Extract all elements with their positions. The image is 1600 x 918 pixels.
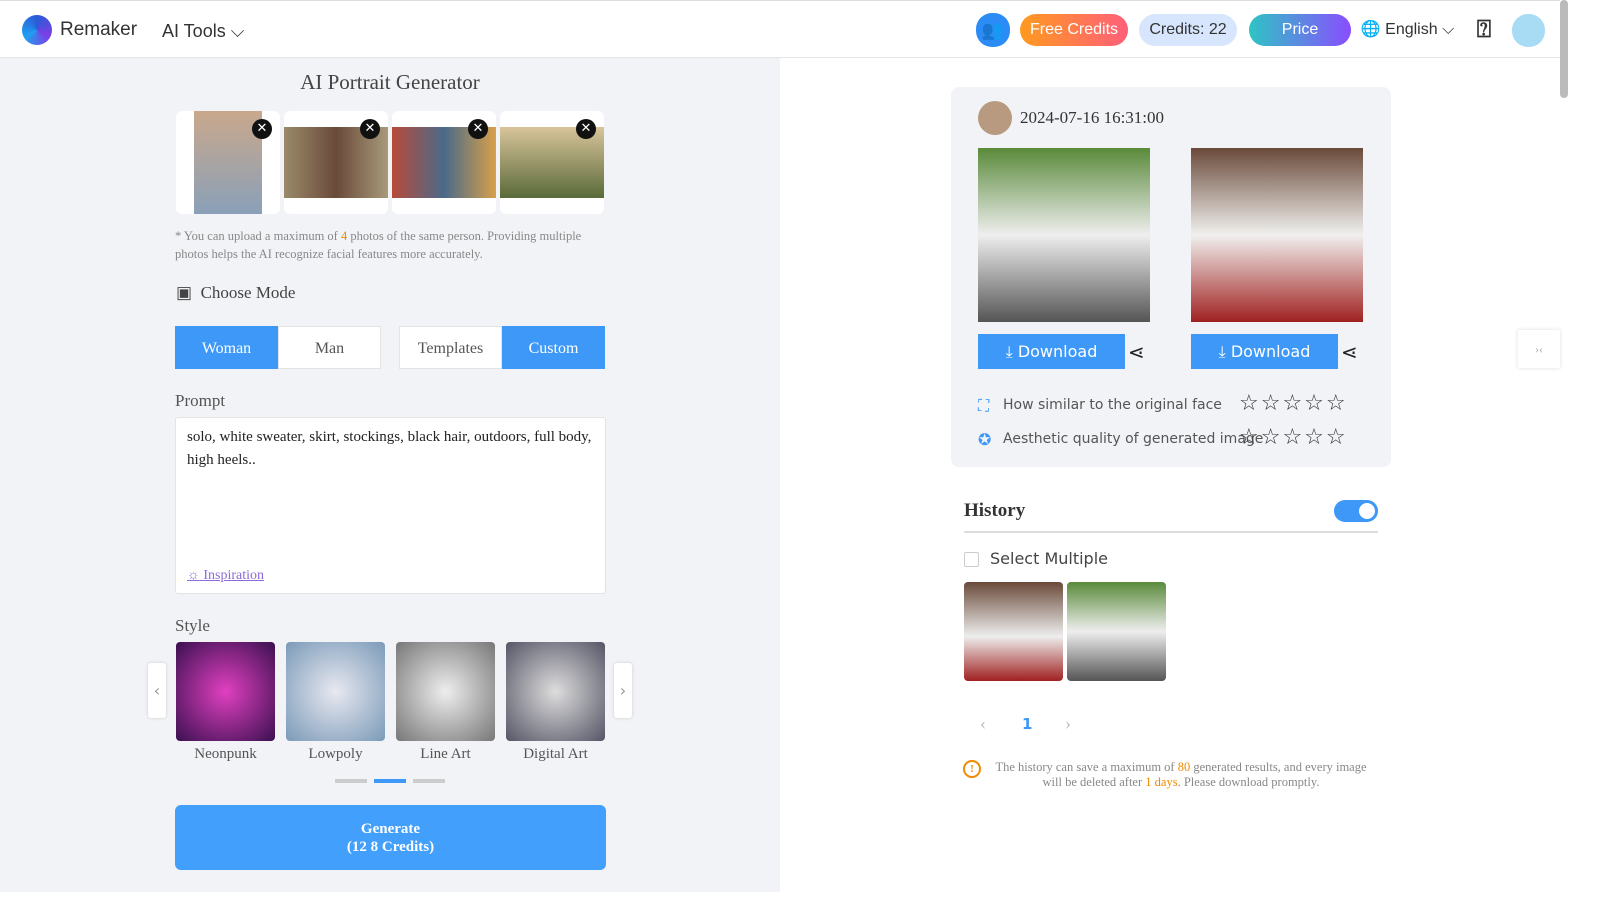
uploaded-photo: ✕ — [176, 111, 280, 214]
chevron-down-icon: ⌵ — [230, 21, 245, 41]
history-toggle[interactable] — [1334, 500, 1378, 522]
globe-icon: 🌐 — [1360, 21, 1381, 38]
generator-panel: AI Portrait Generator ✕ ✕ ✕ ✕ * You can … — [0, 58, 780, 892]
page-title: AI Portrait Generator — [300, 70, 480, 94]
choose-mode-heading: ▣ Choose Mode — [176, 283, 296, 302]
select-multiple-checkbox[interactable] — [964, 552, 979, 567]
lightbulb-icon: ☼ — [187, 568, 200, 583]
credits-badge: Credits: 22 — [1139, 14, 1237, 46]
style-name: Line Art — [420, 746, 471, 762]
result-image[interactable] — [1191, 148, 1363, 322]
close-icon[interactable]: ✕ — [252, 119, 272, 139]
generate-button[interactable]: Generate (12 8 Credits) — [175, 805, 606, 870]
brand-name[interactable]: Remaker — [60, 19, 137, 41]
source-avatar — [978, 101, 1012, 135]
download-icon: ⤓ — [1218, 342, 1226, 361]
uploaded-photo: ✕ — [284, 111, 388, 214]
share-icon[interactable]: ⋖ — [1128, 340, 1145, 364]
page-dot[interactable] — [335, 779, 367, 783]
style-lowpoly[interactable] — [286, 642, 385, 741]
upload-note: * You can upload a maximum of 4 photos o… — [175, 229, 582, 261]
aesthetic-stars[interactable]: ☆☆☆☆☆ — [1239, 425, 1348, 450]
ai-tools-menu[interactable]: AI Tools ⌵ — [162, 21, 244, 42]
generate-label: Generate — [360, 821, 421, 837]
style-line-art[interactable] — [396, 642, 495, 741]
result-image[interactable] — [978, 148, 1150, 322]
community-icon[interactable]: 👥 — [976, 13, 1010, 47]
select-multiple-label: Select Multiple — [990, 549, 1108, 568]
language-select[interactable]: 🌐 English ⌵ — [1360, 14, 1455, 46]
download-button[interactable]: ⤓ Download — [978, 334, 1125, 369]
result-timestamp: 2024-07-16 16:31:00 — [1020, 108, 1165, 127]
robot-icon: ▣ — [176, 283, 193, 302]
history-thumb[interactable] — [1067, 582, 1166, 681]
close-icon[interactable]: ✕ — [468, 119, 488, 139]
side-widget-icon[interactable]: ›‹ — [1518, 330, 1560, 368]
result-card: 2024-07-16 16:31:00 ⤓ Download ⋖ ⤓ Downl… — [951, 87, 1391, 467]
download-icon: ⤓ — [1005, 342, 1013, 361]
style-digital-art[interactable] — [506, 642, 605, 741]
close-icon[interactable]: ✕ — [576, 119, 596, 139]
top-bar: Remaker AI Tools ⌵ 👥 Free Credits Credit… — [0, 0, 1560, 58]
remaker-logo[interactable] — [22, 15, 52, 45]
face-scan-icon: ⛶ — [978, 396, 990, 415]
share-icon[interactable]: ⋖ — [1341, 340, 1358, 364]
uploaded-photo: ✕ — [500, 111, 604, 214]
similarity-stars[interactable]: ☆☆☆☆☆ — [1239, 391, 1348, 416]
chevron-right-icon[interactable]: › — [1065, 713, 1071, 734]
avatar[interactable] — [1512, 14, 1545, 47]
ai-tools-label: AI Tools — [162, 21, 226, 41]
style-name: Lowpoly — [308, 746, 363, 762]
generate-credits: (12 8 Credits) — [346, 839, 435, 855]
feedback-icon[interactable]: ⍰ — [1467, 14, 1501, 46]
style-name: Neonpunk — [194, 746, 257, 762]
aesthetic-label: Aesthetic quality of generated image — [1003, 431, 1264, 447]
uploaded-photo: ✕ — [392, 111, 496, 214]
style-neonpunk[interactable] — [176, 642, 275, 741]
star-badge-icon: ✪ — [978, 430, 992, 449]
mode-man[interactable]: Man — [278, 326, 381, 369]
chevron-right-icon[interactable]: › — [614, 663, 632, 718]
style-name: Digital Art — [523, 746, 588, 762]
close-icon[interactable]: ✕ — [360, 119, 380, 139]
free-credits-button[interactable]: Free Credits — [1020, 14, 1128, 46]
similarity-label: How similar to the original face — [1003, 397, 1222, 413]
prompt-input[interactable]: solo, white sweater, skirt, stockings, b… — [175, 417, 606, 594]
tab-templates[interactable]: Templates — [399, 326, 502, 369]
download-button[interactable]: ⤓ Download — [1191, 334, 1338, 369]
warning-icon: ! — [963, 760, 981, 778]
chevron-left-icon[interactable]: ‹ — [980, 713, 986, 734]
style-label: Style — [175, 616, 210, 635]
mode-woman[interactable]: Woman — [175, 326, 278, 369]
history-thumb[interactable] — [964, 582, 1063, 681]
tab-custom[interactable]: Custom — [502, 326, 605, 369]
inspiration-link[interactable]: ☼ Inspiration — [187, 564, 264, 587]
prompt-label: Prompt — [175, 391, 226, 410]
divider — [964, 531, 1378, 533]
page-dot[interactable] — [413, 779, 445, 783]
price-button[interactable]: Price — [1249, 14, 1351, 46]
history-title: History — [964, 500, 1026, 521]
chevron-left-icon[interactable]: ‹ — [148, 663, 166, 718]
page-dot-active[interactable] — [374, 779, 406, 783]
scrollbar[interactable] — [1560, 0, 1568, 98]
language-label: English — [1385, 21, 1438, 38]
page-number[interactable]: 1 — [1022, 715, 1032, 733]
history-note: The history can save a maximum of 80 gen… — [995, 760, 1367, 789]
